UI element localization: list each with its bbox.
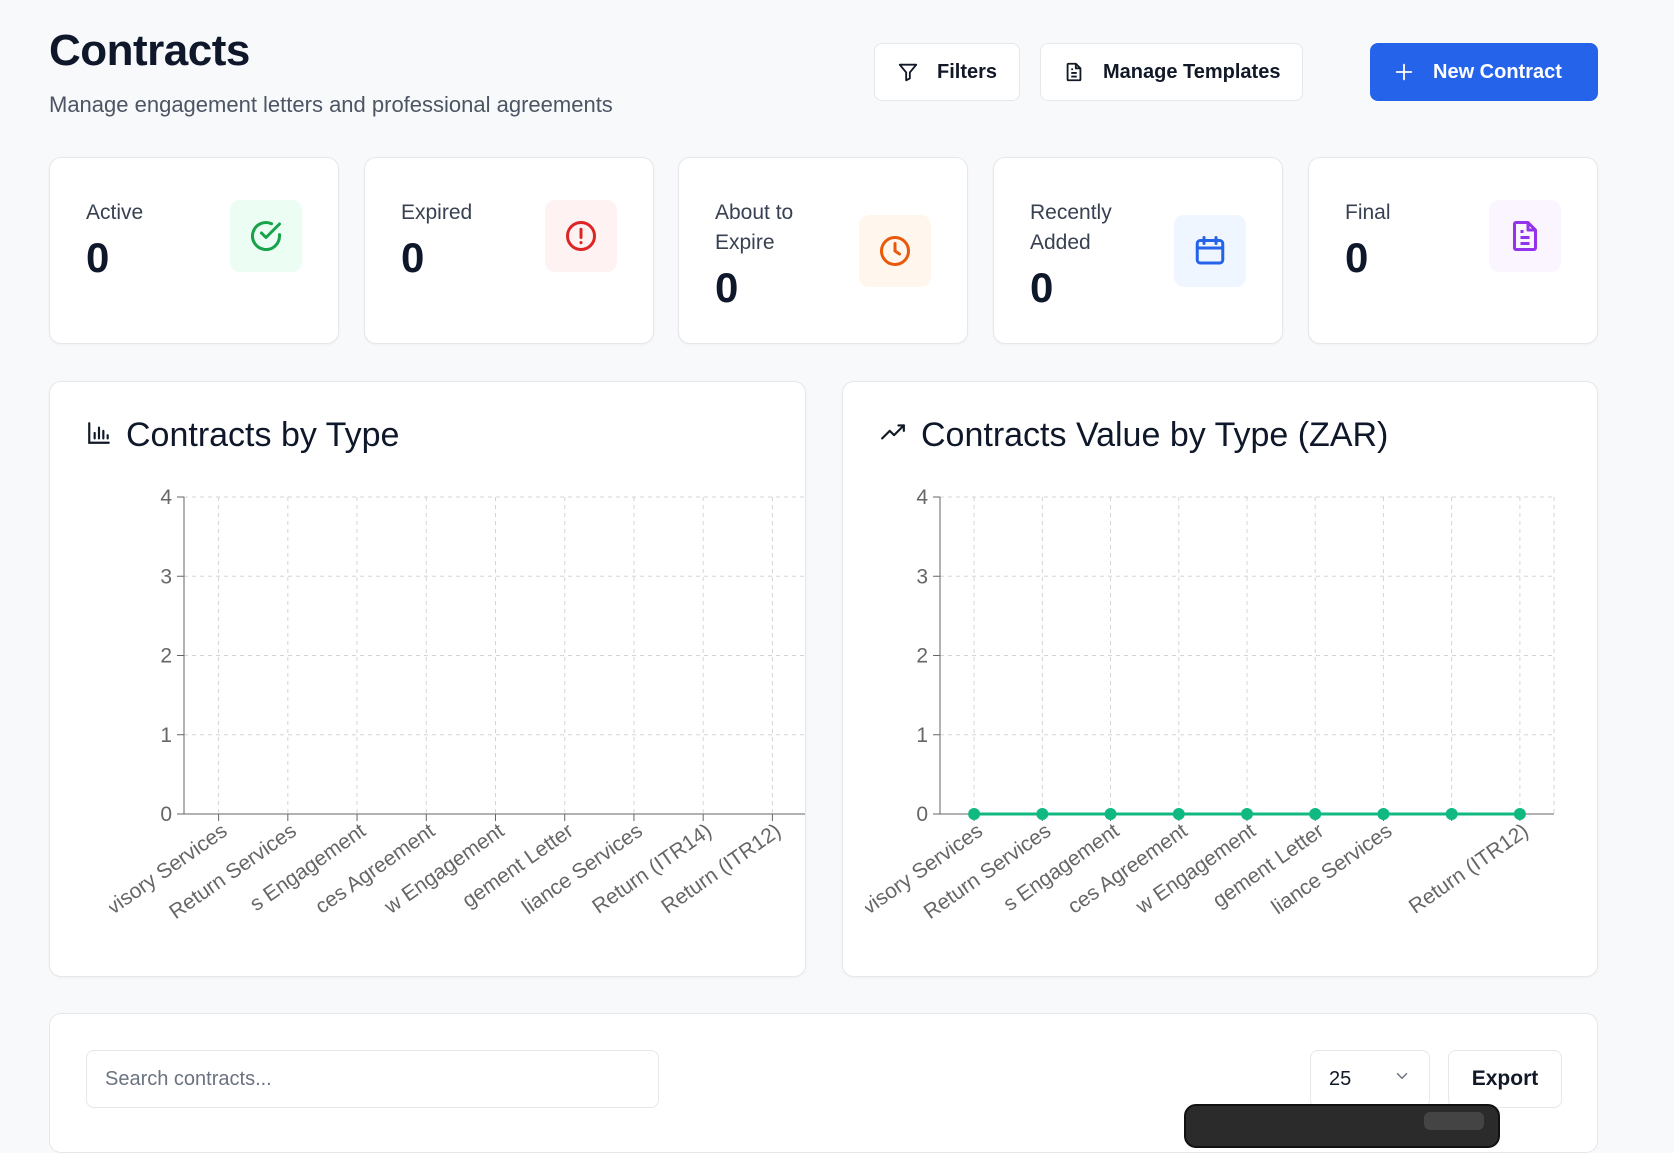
stat-card-about-to-expire: About to Expire 0 <box>678 157 968 344</box>
y-tick-label: 3 <box>916 565 928 588</box>
x-tick-label: liance Services <box>518 819 647 919</box>
x-tick-labels: visory ServicesReturn Servicess Engageme… <box>865 819 1533 924</box>
data-point <box>1241 808 1253 820</box>
x-tick-label: w Engagement <box>1131 819 1260 919</box>
filter-icon <box>897 61 919 83</box>
bar-chart-icon <box>86 416 112 455</box>
y-tick-label: 3 <box>160 565 172 588</box>
new-contract-button[interactable]: New Contract <box>1370 43 1598 101</box>
trending-up-icon <box>879 416 907 455</box>
search-input[interactable] <box>86 1050 659 1108</box>
data-point <box>968 808 981 820</box>
y-tick-label: 4 <box>160 486 172 509</box>
data-point <box>1377 808 1390 820</box>
y-tick-label: 2 <box>916 645 928 668</box>
calendar-icon <box>1174 215 1246 287</box>
data-point <box>1036 808 1049 820</box>
filters-button[interactable]: Filters <box>874 43 1021 101</box>
contracts-value-chart: 0 1 2 3 4 visory ServicesReturn Servicess Eng… <box>865 486 1555 924</box>
stat-label: Active <box>86 201 144 224</box>
chart-title: Contracts by Type <box>86 416 399 455</box>
file-text-icon <box>1063 61 1085 83</box>
x-tick-labels: visory ServicesReturn Servicess Engageme… <box>109 819 785 924</box>
x-tick-label: s Engagement <box>246 819 370 916</box>
x-tick-label: w Engagement <box>380 819 509 919</box>
stat-card-final: Final 0 <box>1308 157 1598 344</box>
x-tick-label: ces Agreement <box>311 819 439 918</box>
page-subtitle: Manage engagement letters and profession… <box>49 92 613 117</box>
data-point <box>1445 808 1458 820</box>
x-tick-label: liance Services <box>1267 819 1396 919</box>
data-point <box>1513 808 1526 820</box>
stat-card-recently-added: Recently Added 0 <box>993 157 1283 344</box>
y-tick-label: 1 <box>160 724 172 747</box>
x-tick-label: Return (ITR14) <box>588 819 716 918</box>
floating-toolbar[interactable] <box>1184 1104 1500 1148</box>
filters-label: Filters <box>937 60 998 83</box>
stat-label: Expired <box>401 201 473 224</box>
x-tick-label: Return Services <box>165 819 301 924</box>
data-point <box>1104 808 1117 820</box>
y-tick-label: 1 <box>916 724 928 747</box>
x-tick-label: s Engagement <box>999 819 1123 916</box>
clock-icon <box>859 215 931 287</box>
contracts-by-type-chart: 0 1 2 3 4 visory ServicesReturn Servicess Eng… <box>109 486 805 924</box>
stat-value: 0 <box>715 264 739 311</box>
contracts-by-type-chart-card: 0 1 2 3 4 visory Services Return Services s Eng… <box>49 381 806 977</box>
chart-title-text: Contracts by Type <box>126 416 400 454</box>
y-tick-label: 0 <box>160 803 172 826</box>
chart-title-text: Contracts Value by Type (ZAR) <box>921 416 1389 454</box>
manage-templates-button[interactable]: Manage Templates <box>1040 43 1304 101</box>
stat-value: 0 <box>401 234 425 281</box>
stat-label: About to Expire <box>715 201 794 254</box>
stat-card-expired: Expired 0 <box>364 157 654 344</box>
page-size-select[interactable]: 25 <box>1310 1050 1430 1108</box>
chart-title: Contracts Value by Type (ZAR) <box>879 416 1388 455</box>
floating-toolbar-handle[interactable] <box>1424 1112 1484 1130</box>
stat-label: Recently Added <box>1030 201 1112 254</box>
x-tick-label: Return (ITR12) <box>1405 819 1533 918</box>
export-button[interactable]: Export <box>1448 1050 1562 1108</box>
alert-circle-icon <box>545 200 617 272</box>
stat-value: 0 <box>1030 264 1054 311</box>
y-tick-label: 0 <box>916 803 928 826</box>
y-tick-label: 4 <box>916 486 928 509</box>
data-point <box>1309 808 1322 820</box>
x-tick-label: Return (ITR12) <box>657 819 785 918</box>
page-title: Contracts <box>49 26 250 75</box>
file-text-icon <box>1489 200 1561 272</box>
stat-label: Final <box>1345 201 1391 224</box>
stat-value: 0 <box>86 234 110 281</box>
data-point <box>1172 808 1185 820</box>
x-tick-label: ces Agreement <box>1064 819 1192 918</box>
new-contract-label: New Contract <box>1433 60 1562 83</box>
y-tick-label: 2 <box>160 645 172 668</box>
stat-value: 0 <box>1345 234 1369 281</box>
manage-templates-label: Manage Templates <box>1103 60 1281 83</box>
chevron-down-icon <box>1393 1067 1411 1091</box>
contracts-value-chart-card: 0 1 2 3 4 visory Services Return Services s Eng… <box>842 381 1598 977</box>
plus-icon <box>1393 61 1415 83</box>
check-circle-icon <box>230 200 302 272</box>
stat-card-active: Active 0 <box>49 157 339 344</box>
page-size-value: 25 <box>1329 1067 1352 1090</box>
